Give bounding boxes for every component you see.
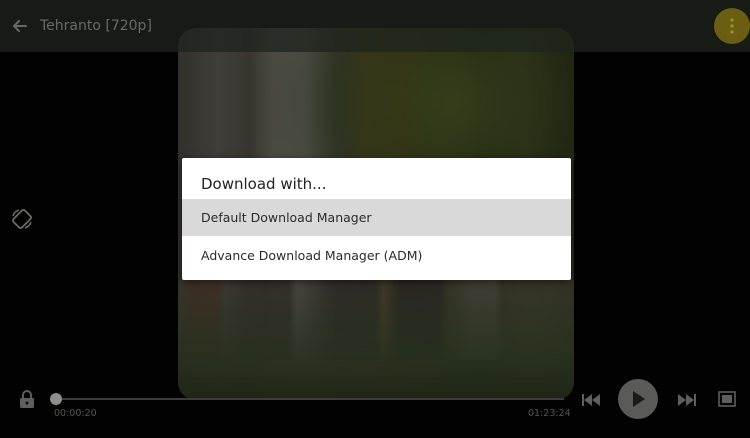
seek-bar[interactable] — [56, 398, 564, 400]
more-options-button[interactable] — [714, 8, 750, 44]
video-title: Tehranto [720p] — [40, 18, 152, 34]
elapsed-time: 00:00:20 — [54, 408, 97, 419]
rotate-icon[interactable] — [10, 207, 34, 231]
video-player-screen: Tehranto [720p] Download with... Default… — [0, 0, 750, 438]
option-default-download-manager[interactable]: Default Download Manager — [182, 199, 571, 236]
play-button[interactable] — [618, 379, 658, 419]
aspect-ratio-icon[interactable] — [718, 391, 736, 407]
play-icon — [633, 391, 645, 407]
more-vertical-icon — [730, 18, 734, 34]
seek-thumb[interactable] — [50, 393, 62, 405]
arrow-left-icon[interactable] — [10, 16, 30, 36]
download-with-dialog: Download with... Default Download Manage… — [182, 158, 571, 280]
skip-previous-icon[interactable] — [582, 392, 600, 406]
dialog-title: Download with... — [201, 175, 327, 193]
lock-icon[interactable] — [18, 389, 36, 409]
total-time: 01:23:24 — [528, 408, 571, 419]
skip-next-icon[interactable] — [678, 392, 696, 406]
option-advance-download-manager[interactable]: Advance Download Manager (ADM) — [182, 237, 571, 274]
top-bar: Tehranto [720p] — [0, 0, 750, 52]
